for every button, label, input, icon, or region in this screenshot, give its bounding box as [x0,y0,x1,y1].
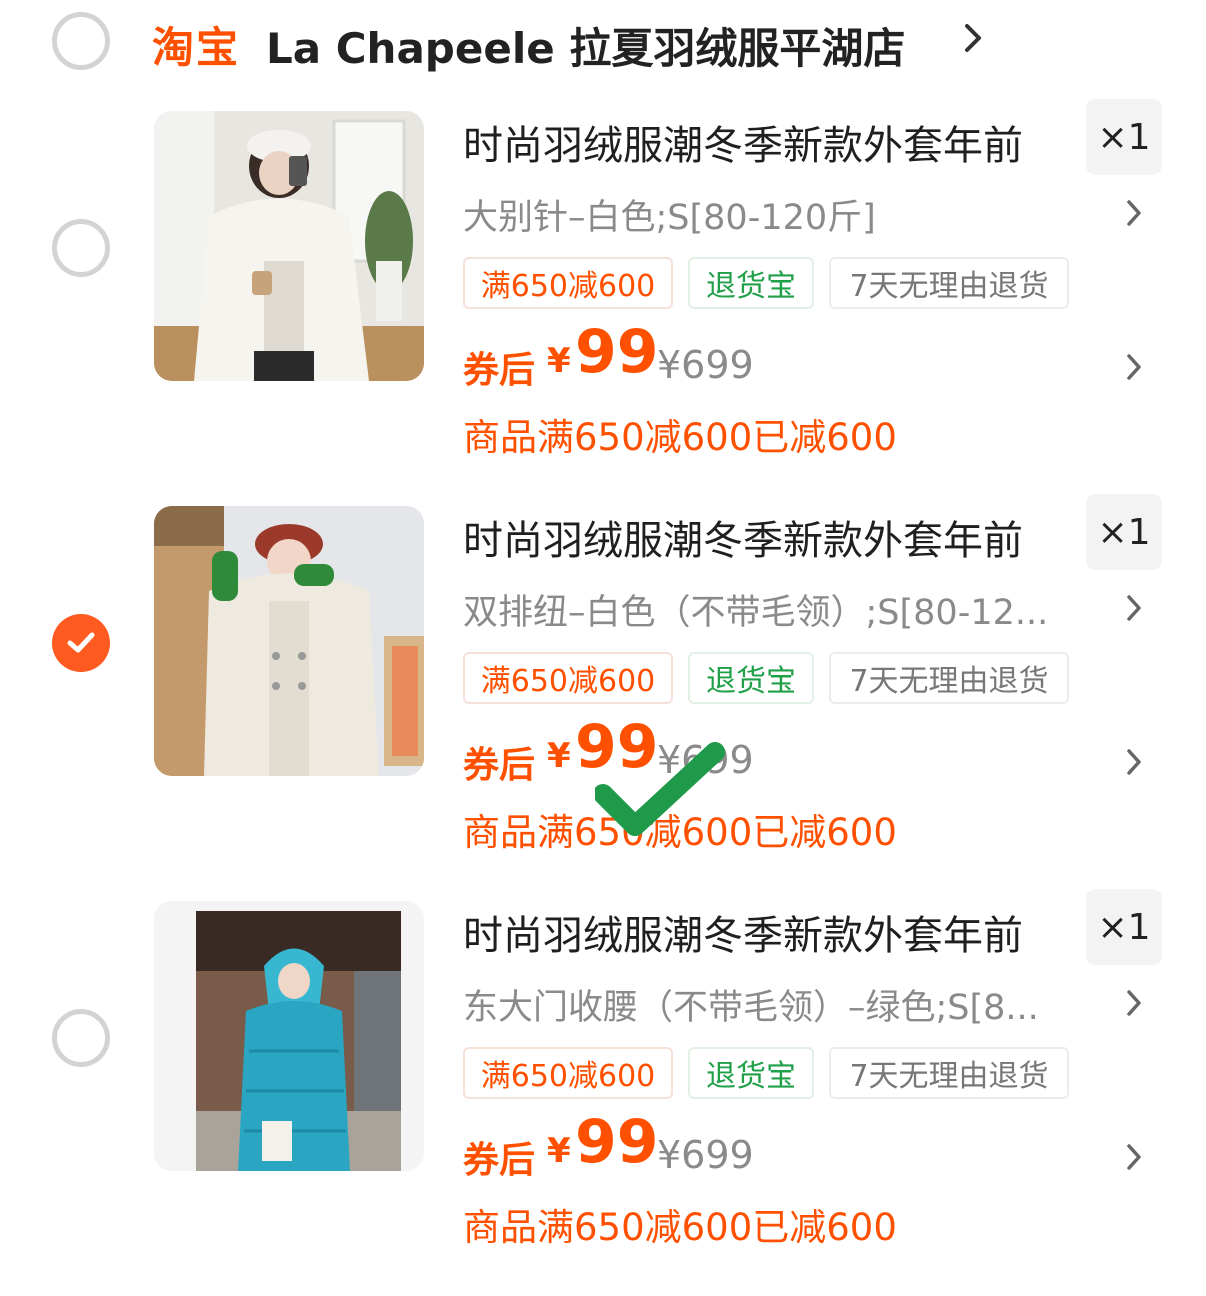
chevron-right-icon[interactable] [1124,588,1144,632]
coupon-label: 券后 [463,1140,536,1181]
store-header: 淘宝 La Chapeele 拉夏羽绒服平湖店 [0,0,1206,90]
currency-symbol: ¥ [547,736,571,776]
coupon-label: 券后 [463,350,536,391]
chevron-right-icon[interactable] [1124,193,1144,237]
return-insurance-tag: 退货宝 [688,257,814,309]
sku-selector[interactable]: 东大门收腰（不带毛领）–绿色;S[8... [463,979,1039,1030]
original-price: ¥699 [657,343,754,387]
product-image[interactable] [154,901,424,1171]
store-name-link[interactable]: La Chapeele 拉夏羽绒服平湖店 [266,15,905,76]
original-price: ¥699 [657,1133,754,1177]
promo-tag: 满650减600 [463,652,673,704]
green-checkmark-icon [593,742,725,846]
store-select-radio[interactable] [52,12,110,70]
chevron-right-icon[interactable] [1124,742,1144,786]
product-image[interactable] [154,506,424,776]
return-policy-tag: 7天无理由退货 [829,652,1069,704]
return-insurance-tag: 退货宝 [688,652,814,704]
chevron-right-icon[interactable] [1124,347,1144,391]
return-policy-tag: 7天无理由退货 [829,1047,1069,1099]
product-image[interactable] [154,111,424,381]
return-policy-tag: 7天无理由退货 [829,257,1069,309]
currency-symbol: ¥ [547,341,571,381]
promo-tag: 满650减600 [463,1047,673,1099]
product-title[interactable]: 时尚羽绒服潮冬季新款外套年前 [463,903,1023,961]
quantity-box[interactable]: ×1 [1086,99,1162,175]
taobao-logo: 淘宝 [152,23,241,72]
discount-note: 商品满650减600已减600 [463,416,897,459]
chevron-right-icon[interactable] [962,16,984,64]
currency-symbol: ¥ [547,1131,571,1171]
cart-item: 时尚羽绒服潮冬季新款外套年前 ×1 东大门收腰（不带毛领）–绿色;S[8... … [0,889,1206,1296]
cart-item: 时尚羽绒服潮冬季新款外套年前 ×1 大别针–白色;S[80-120斤] 满650… [0,99,1206,506]
item-select-radio[interactable] [52,1009,110,1067]
sku-selector[interactable]: 大别针–白色;S[80-120斤] [463,189,876,240]
coupon-price: 99 [575,317,659,387]
product-title[interactable]: 时尚羽绒服潮冬季新款外套年前 [463,508,1023,566]
discount-note: 商品满650减600已减600 [463,1206,897,1249]
quantity-box[interactable]: ×1 [1086,889,1162,965]
promo-tag: 满650减600 [463,257,673,309]
check-icon [67,632,95,653]
coupon-label: 券后 [463,745,536,786]
chevron-right-icon[interactable] [1124,1137,1144,1181]
product-title[interactable]: 时尚羽绒服潮冬季新款外套年前 [463,113,1023,171]
item-select-radio[interactable] [52,219,110,277]
quantity-box[interactable]: ×1 [1086,494,1162,570]
chevron-right-icon[interactable] [1124,983,1144,1027]
sku-selector[interactable]: 双排纽–白色（不带毛领）;S[80-12... [463,584,1048,635]
return-insurance-tag: 退货宝 [688,1047,814,1099]
coupon-price: 99 [575,1107,659,1177]
item-select-radio[interactable] [52,614,110,672]
